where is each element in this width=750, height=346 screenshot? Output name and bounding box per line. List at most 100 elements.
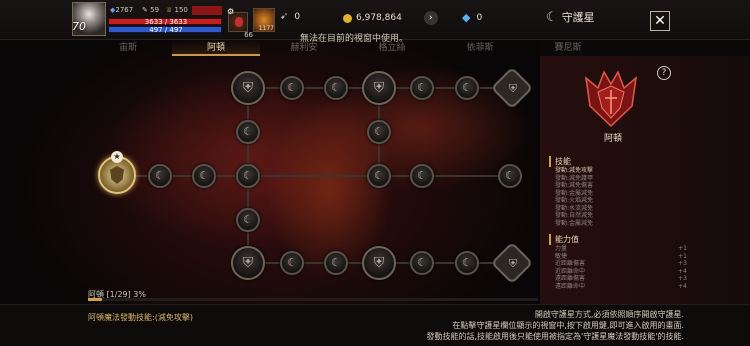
constellation-node[interactable]: ☾ [280, 251, 304, 275]
moon-icon: ☾ [505, 169, 515, 182]
moon-icon: ☾ [417, 169, 427, 182]
constellation-node[interactable]: ☾ [455, 76, 479, 100]
moon-icon: ☾ [199, 169, 209, 182]
ability-row: 敏捷 +1 [555, 252, 687, 260]
link-line [117, 175, 252, 177]
ability-row: 遠距離傷害 +3 [555, 275, 687, 282]
constellation-node[interactable]: ☾ [367, 164, 391, 188]
potion-count: 66 [244, 31, 253, 39]
skill-item: 發動:自然減免 [555, 212, 594, 219]
moon-icon: ☾ [374, 125, 384, 138]
abilities-list: 力量 +1 敏捷 +1 近距離傷害 +3 近距離命中 +4 遠距離傷害 +3 遠距離命中 +… [555, 245, 687, 290]
mp-value: 497 / 497 [149, 26, 183, 34]
constellation-node[interactable]: ⛨ [362, 246, 396, 280]
player-level: 70 [72, 20, 86, 33]
moon-icon: ☾ [462, 81, 472, 94]
hp-bar: 3633 / 3633 [108, 18, 222, 26]
abilities-header: 能力值 [549, 234, 579, 245]
constellation-node[interactable]: ⛨ [362, 71, 396, 105]
instruction-line: 在點擊守護星欄位顯示的視窗中,按下啟用鍵,即可進入啟用的畫面. [452, 321, 684, 330]
shield-icon: ⛨ [373, 255, 385, 271]
constellation-node[interactable]: ☾ [324, 76, 348, 100]
constellation-node[interactable]: ☾ [410, 164, 434, 188]
progress-fill [88, 298, 102, 301]
constellation-node[interactable]: ☾ [236, 120, 260, 144]
item-count: 1177 [258, 25, 274, 32]
constellation-name: 阿頓 [603, 134, 622, 144]
silver-currency: ➹ 0 [280, 11, 301, 22]
constellation-node[interactable]: ☾ [236, 164, 260, 188]
instruction-line: 發動技能的話,技能啟用後只能使用被指定為'守護星魔法發動技能'的技能. [426, 332, 684, 341]
constellation-node[interactable]: ☾ [236, 208, 260, 232]
skill-item: 發動:減免護甲 [555, 174, 594, 182]
shield-icon: ⛨ [508, 257, 518, 270]
shield-icon: ⛨ [508, 82, 518, 95]
tab-aton[interactable]: 阿頓 [172, 41, 260, 56]
stat-c: ♕ 150 [166, 6, 188, 14]
window-title: ☾ 守護星 [546, 9, 595, 25]
constellation-node[interactable]: ☾ [498, 164, 522, 188]
moon-icon: ☾ [331, 256, 341, 269]
constellation-node[interactable]: ☾ [367, 120, 391, 144]
moon-icon: ☾ [417, 81, 427, 94]
help-icon[interactable]: ? [657, 66, 671, 80]
wing-icon: ➹ [280, 11, 289, 22]
stat-b: ✎ 59 [142, 6, 160, 14]
constellation-node[interactable]: ☾ [410, 251, 434, 275]
constellation-node[interactable]: ⛨ [231, 246, 265, 280]
skill-item: 發動:減免傷害 [555, 182, 594, 189]
item-slot[interactable]: 1177 [253, 8, 275, 32]
moon-icon: ☾ [243, 169, 253, 182]
star-icon: ★ [111, 151, 123, 163]
skills-header: 技能 [549, 156, 571, 167]
ability-row: 近距離命中 +4 [555, 267, 687, 275]
gem-currency: ◆ 0 [462, 11, 483, 24]
constellation-node[interactable]: ☾ [455, 251, 479, 275]
skill-item: 發動:金屬減免 [555, 219, 594, 227]
close-icon[interactable]: ✕ [650, 11, 670, 31]
moon-icon: ☾ [417, 256, 427, 269]
moon-icon: ☾ [243, 213, 253, 226]
arrow-right-icon[interactable]: › [423, 11, 438, 25]
potion-slot[interactable]: ⚙ 66 [227, 7, 253, 39]
constellation-node[interactable]: ⛨ [231, 71, 265, 105]
guardian-star-icon: ☾ [546, 9, 558, 25]
tab-zeus[interactable]: 宙斯 [84, 41, 172, 56]
constellation-node[interactable]: ☾ [280, 76, 304, 100]
moon-icon: ☾ [287, 81, 297, 94]
constellation-node[interactable]: ☾ [192, 164, 216, 188]
constellation-node[interactable]: ☾ [410, 76, 434, 100]
sword-icon: ✎ [142, 6, 148, 14]
crown-icon: ♕ [166, 6, 173, 14]
ability-row: 遠距離命中 +4 [555, 282, 687, 290]
gear-icon: ⚙ [227, 7, 235, 16]
constellation-node[interactable]: ☾ [148, 164, 172, 188]
shield-icon: ⛨ [242, 80, 254, 96]
skill-item: 發動:金屬減免 [555, 189, 594, 197]
tab-senis[interactable]: 賽尼斯 [524, 41, 612, 56]
moon-icon: ☾ [243, 125, 253, 138]
skills-list: 發動:減免攻擊 發動:減免護甲 發動:減免傷害 發動:金屬減免 發動:火焰減免 … [555, 167, 593, 227]
hp-value: 3633 / 3633 [144, 18, 188, 26]
skill-item: 發動:水流減免 [555, 204, 594, 212]
skill-item: 發動:火焰減免 [555, 197, 594, 204]
constellation-tabs: 宙斯 阿頓 赫利安 格立絲 依菲斯 賽尼斯 [84, 41, 614, 56]
gem-icon: ◆ [462, 11, 471, 24]
tab-iphis[interactable]: 依菲斯 [436, 41, 524, 56]
magic-skill-label: 阿頓魔法發動技能:(減免攻擊) [88, 313, 193, 322]
progress-bar [88, 298, 538, 301]
stat-a: ◆2767 [110, 6, 134, 14]
ability-row: 近距離傷害 +3 [555, 260, 687, 267]
tab-grace[interactable]: 格立絲 [348, 41, 436, 56]
hp-indicator [192, 6, 222, 15]
instruction-line: 開啟守護星方式,必須依照順序開啟守護星. [534, 310, 684, 319]
gold-coin-icon [343, 13, 352, 23]
tab-helian[interactable]: 赫利安 [260, 41, 348, 56]
mp-bar: 497 / 497 [108, 26, 222, 34]
shield-icon: ⛨ [373, 80, 385, 96]
skill-item: 發動:減免攻擊 [555, 167, 594, 174]
potion-icon [235, 17, 243, 27]
ability-row: 力量 +1 [555, 245, 687, 252]
shield-icon: ⛨ [242, 255, 254, 271]
constellation-node[interactable]: ☾ [324, 251, 348, 275]
